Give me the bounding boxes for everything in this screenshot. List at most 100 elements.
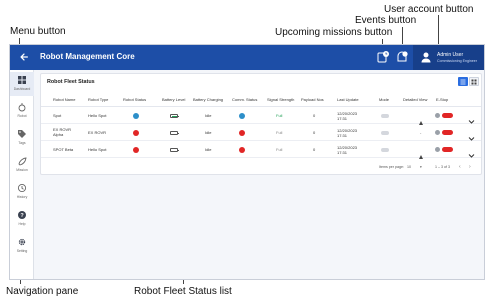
- estop-button[interactable]: [442, 147, 453, 152]
- estop-reset-icon[interactable]: [435, 113, 440, 118]
- column-header[interactable]: Robot Type: [88, 97, 108, 102]
- chevron-down-icon[interactable]: [468, 129, 475, 141]
- callout-menu-button: Menu button: [10, 26, 66, 37]
- mission-icon: [18, 157, 27, 166]
- detailed-view-none: -: [420, 130, 422, 135]
- signal-strength: Full: [276, 130, 283, 135]
- gear-icon: [18, 238, 26, 246]
- table-row[interactable]: Spot Hello Spot Idle Full 0 12/20/2023 1…: [41, 108, 481, 125]
- robot-fleet-status-list: Robot Fleet Status Robot Name Robot Type…: [40, 73, 482, 175]
- callout-events: Events button: [355, 15, 417, 26]
- table-row[interactable]: EX ROVR Alpha EX ROVR Idle Full 0 12/20/…: [41, 125, 481, 141]
- user-role: Commissioning Engineer: [437, 59, 477, 63]
- robot-status-error-icon: [133, 147, 139, 153]
- robot-status-ok-icon: [133, 113, 139, 119]
- menu-button[interactable]: [14, 47, 34, 67]
- user-name: Admin User: [437, 52, 464, 58]
- callout-upcoming-missions: Upcoming missions button: [275, 27, 393, 38]
- list-view-button[interactable]: [458, 77, 468, 86]
- sidebar-item-label: Mission: [16, 168, 28, 172]
- sidebar-item-help[interactable]: ? Help: [10, 207, 34, 231]
- comm-status-error-icon: [239, 130, 245, 136]
- detailed-view-icon[interactable]: [418, 113, 424, 125]
- detailed-view-icon[interactable]: [418, 147, 424, 159]
- estop-button[interactable]: [442, 113, 453, 118]
- last-update: 12/20/2023 17:31: [337, 145, 358, 155]
- page-range: 1 – 3 of 3: [435, 165, 450, 169]
- comm-status-ok-icon: [239, 113, 245, 119]
- payload-nos: 0: [313, 113, 316, 118]
- column-header[interactable]: Robot Status: [123, 97, 146, 102]
- navigation-pane: Dashboard Robot Tags Mission History ? H…: [10, 70, 34, 279]
- column-header[interactable]: Battery Charging: [193, 97, 223, 102]
- column-header[interactable]: Comm. Status: [232, 97, 257, 102]
- payload-nos: 0: [313, 130, 316, 135]
- robot-status-error-icon: [133, 130, 139, 136]
- upcoming-missions-button[interactable]: [373, 47, 393, 67]
- sidebar-item-mission[interactable]: Mission: [10, 153, 34, 177]
- column-header[interactable]: Signal Strength: [267, 97, 294, 102]
- history-icon: [17, 183, 27, 193]
- sidebar-item-dashboard[interactable]: Dashboard: [10, 72, 34, 96]
- sidebar-item-tags[interactable]: Tags: [10, 126, 34, 150]
- arrow-left-icon: [20, 53, 28, 61]
- column-header[interactable]: Battery Level: [162, 97, 185, 102]
- chevron-down-icon[interactable]: [468, 112, 475, 124]
- estop-reset-icon[interactable]: [435, 147, 440, 152]
- payload-nos: 0: [313, 147, 316, 152]
- estop-button[interactable]: [442, 130, 453, 135]
- list-view-icon: [460, 79, 466, 84]
- robot-name: Spot: [53, 113, 62, 118]
- sidebar-item-history[interactable]: History: [10, 180, 34, 204]
- sidebar-item-label: Dashboard: [13, 87, 31, 91]
- signal-strength: Full: [276, 147, 283, 152]
- sidebar-item-label: Tags: [18, 141, 26, 145]
- sidebar-item-robot[interactable]: Robot: [10, 99, 34, 123]
- robot-icon: [18, 103, 26, 112]
- robot-type: Hello Spot: [88, 147, 107, 152]
- robot-type: Hello Spot: [88, 113, 107, 118]
- chevron-down-icon[interactable]: ▾: [420, 165, 422, 169]
- grid-view-button[interactable]: [469, 77, 479, 86]
- table-header: Robot Name Robot Type Robot Status Batte…: [41, 93, 481, 107]
- column-header[interactable]: Last Update: [337, 97, 359, 102]
- callout-fleet-list: Robot Fleet Status list: [134, 286, 232, 297]
- column-header[interactable]: Payload Nos: [301, 97, 324, 102]
- app-window: Robot Management Core Admin User Commiss…: [9, 44, 485, 280]
- chevron-down-icon[interactable]: [468, 146, 475, 158]
- battery-charging: Idle: [205, 147, 212, 152]
- column-header[interactable]: Mode: [379, 97, 389, 102]
- pagination: Items per page: 10 ▾ 1 – 3 of 3 ‹ ›: [41, 162, 481, 174]
- sidebar-item-setting[interactable]: Setting: [10, 234, 34, 258]
- next-page-button[interactable]: ›: [469, 164, 471, 170]
- last-update: 12/20/2023 17:31: [337, 128, 358, 138]
- top-bar: Robot Management Core Admin User Commiss…: [10, 45, 484, 70]
- help-icon: ?: [18, 211, 26, 219]
- column-header[interactable]: Robot Name: [53, 97, 75, 102]
- sidebar-item-label: Setting: [16, 249, 28, 253]
- events-icon: [397, 51, 408, 62]
- table-row[interactable]: SPOT Beta Hello Spot Idle Full 0 12/20/2…: [41, 142, 481, 159]
- user-avatar-icon: [421, 52, 431, 63]
- events-button[interactable]: [392, 47, 412, 67]
- mode-toggle[interactable]: [381, 148, 389, 152]
- previous-page-button[interactable]: ‹: [459, 164, 461, 170]
- items-per-page-select[interactable]: 10: [407, 165, 411, 169]
- estop-reset-icon[interactable]: [435, 130, 440, 135]
- signal-strength: Full: [276, 113, 283, 118]
- callout-user-account: User account button: [384, 4, 474, 15]
- app-title: Robot Management Core: [40, 52, 135, 61]
- callout-line-user: [438, 15, 439, 45]
- mode-toggle[interactable]: [381, 114, 389, 118]
- dashboard-icon: [18, 76, 26, 84]
- last-update: 12/20/2023 17:31: [337, 111, 358, 121]
- user-account-button[interactable]: Admin User Commissioning Engineer: [413, 45, 484, 70]
- column-header[interactable]: Detailed View: [403, 97, 427, 102]
- battery-empty-icon: [170, 131, 179, 135]
- column-header[interactable]: E-Stop: [436, 97, 448, 102]
- items-per-page-label: Items per page:: [379, 165, 404, 169]
- robot-name: SPOT Beta: [53, 147, 74, 152]
- mode-toggle[interactable]: [381, 131, 389, 135]
- comm-status-error-icon: [239, 147, 245, 153]
- callout-navigation-pane: Navigation pane: [6, 286, 79, 297]
